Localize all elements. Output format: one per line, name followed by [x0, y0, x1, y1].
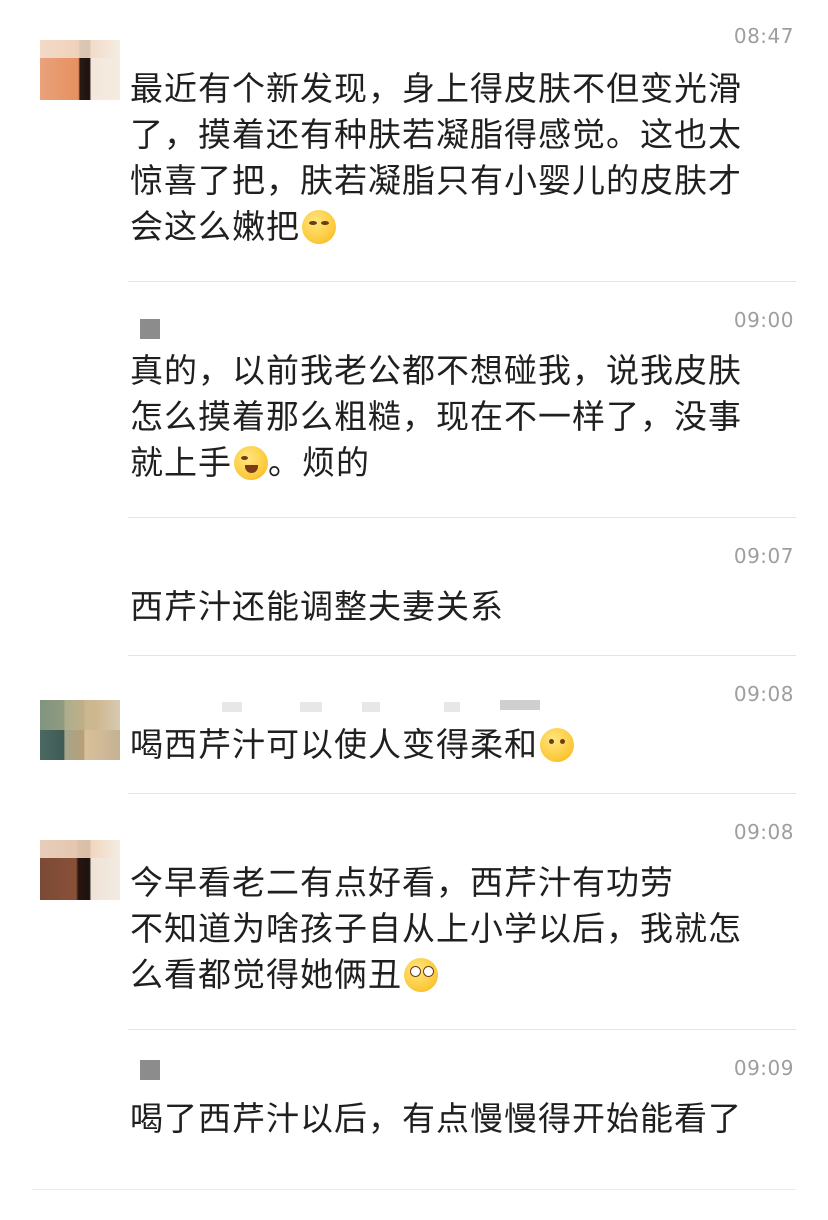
comment-text-line: 。烦的	[268, 443, 370, 482]
blurred-username	[500, 700, 540, 710]
comment-thread: 08:47 最近有个新发现，身上得皮肤不但变光滑 了，摸着还有种肤若凝脂得感觉。…	[0, 0, 828, 1220]
avatar[interactable]	[140, 319, 160, 339]
divider	[128, 655, 796, 656]
blurred-username	[300, 702, 322, 712]
comment-text-line: 怎么摸着那么粗糙，现在不一样了，没事	[130, 397, 742, 436]
comment-text-line: 会这么嫩把	[130, 207, 300, 246]
thinking-face-emoji-icon	[540, 728, 574, 762]
avatar[interactable]	[40, 840, 120, 900]
comment-text-line: 惊喜了把，肤若凝脂只有小婴儿的皮肤才	[130, 161, 742, 200]
rolling-eyes-emoji-icon	[404, 958, 438, 992]
comment-text: 真的，以前我老公都不想碰我，说我皮肤 怎么摸着那么粗糙，现在不一样了，没事 就上…	[130, 348, 780, 486]
blurred-username	[444, 702, 460, 712]
divider	[128, 793, 796, 794]
comment-text-line: 了，摸着还有种肤若凝脂得感觉。这也太	[130, 115, 742, 154]
avatar[interactable]	[40, 40, 120, 100]
comment-time: 09:09	[733, 1056, 794, 1080]
comment-text: 最近有个新发现，身上得皮肤不但变光滑 了，摸着还有种肤若凝脂得感觉。这也太 惊喜…	[130, 66, 780, 250]
comment-text-line: 真的，以前我老公都不想碰我，说我皮肤	[130, 351, 742, 390]
comment-time: 09:08	[733, 682, 794, 706]
comment-text-line: 喝了西芹汁以后，有点慢慢得开始能看了	[130, 1099, 742, 1138]
tears-of-joy-emoji-icon	[234, 446, 268, 480]
comment-time: 09:07	[733, 544, 794, 568]
comment-text-line: 西芹汁还能调整夫妻关系	[130, 587, 504, 626]
comment-text: 西芹汁还能调整夫妻关系	[130, 584, 780, 630]
comment-text-line: 不知道为啥孩子自从上小学以后，我就怎	[130, 909, 742, 948]
divider	[128, 281, 796, 282]
comment-time: 09:08	[733, 820, 794, 844]
comment-text: 今早看老二有点好看，西芹汁有功劳 不知道为啥孩子自从上小学以后，我就怎 么看都觉…	[130, 860, 780, 998]
blurred-username	[222, 702, 242, 712]
comment-time: 09:00	[733, 308, 794, 332]
comment-text: 喝了西芹汁以后，有点慢慢得开始能看了	[130, 1096, 780, 1142]
comment-time: 08:47	[733, 24, 794, 48]
divider	[128, 1029, 796, 1030]
avatar[interactable]	[40, 700, 120, 760]
comment-text-line: 喝西芹汁可以使人变得柔和	[130, 725, 538, 764]
avatar[interactable]	[140, 1060, 160, 1080]
comment-text-line: 就上手	[130, 443, 232, 482]
smug-face-emoji-icon	[302, 210, 336, 244]
comment-text-line: 么看都觉得她俩丑	[130, 955, 402, 994]
divider	[32, 1189, 796, 1190]
comment-text-line: 今早看老二有点好看，西芹汁有功劳	[130, 863, 674, 902]
comment-text-line: 最近有个新发现，身上得皮肤不但变光滑	[130, 69, 742, 108]
blurred-username	[362, 702, 380, 712]
comment-text: 喝西芹汁可以使人变得柔和	[130, 722, 780, 768]
divider	[128, 517, 796, 518]
